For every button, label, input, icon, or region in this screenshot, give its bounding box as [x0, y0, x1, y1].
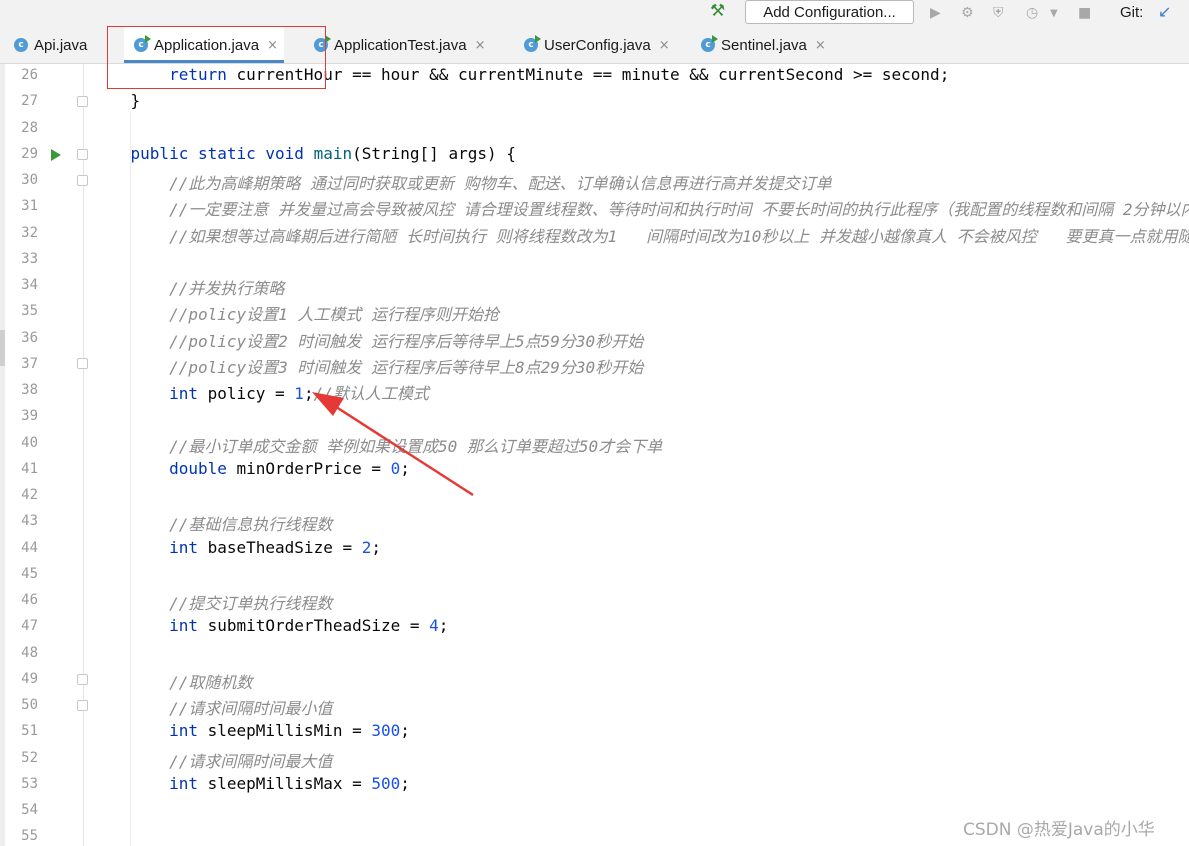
code-line[interactable]: //此为高峰期策略 通过同时获取或更新 购物车、配送、订单确认信息再进行高并发提… — [92, 170, 832, 193]
tab-application-java[interactable]: c Application.java × — [124, 27, 284, 63]
active-tab-indicator — [124, 60, 284, 63]
code-line[interactable]: //最小订单成交金额 举例如果设置成50 那么订单要超过50才会下单 — [92, 433, 662, 456]
run-icon[interactable]: ▶ — [930, 5, 941, 21]
tab-sentinel-java[interactable]: c Sentinel.java × — [701, 27, 826, 63]
tab-applicationtest-java[interactable]: c ApplicationTest.java × — [314, 27, 485, 63]
line-number: 31 — [21, 198, 38, 215]
java-runnable-class-icon: c — [134, 35, 151, 52]
code-line[interactable]: //并发执行策略 — [92, 275, 284, 298]
git-label: Git: — [1120, 4, 1144, 21]
code-line[interactable]: //一定要注意 并发量过高会导致被风控 请合理设置线程数、等待时间和执行时间 不… — [92, 196, 1189, 219]
line-number: 30 — [21, 172, 38, 188]
editor-tab-bar: c Api.java c Application.java × c Applic… — [0, 27, 1189, 64]
line-number: 46 — [21, 592, 38, 608]
close-icon[interactable]: × — [267, 38, 278, 53]
line-number: 43 — [21, 513, 38, 530]
fold-marker-icon[interactable] — [77, 674, 88, 685]
run-main-gutter-icon[interactable] — [51, 149, 61, 161]
java-runnable-class-icon: c — [701, 35, 718, 52]
line-number: 53 — [21, 775, 38, 792]
java-runnable-class-icon: c — [314, 35, 331, 52]
line-number: 34 — [21, 277, 38, 293]
close-icon[interactable]: × — [815, 38, 826, 53]
line-number: 42 — [21, 487, 38, 503]
line-number: 27 — [21, 93, 38, 110]
tab-label: Sentinel.java — [721, 36, 807, 54]
build-hammer-icon[interactable]: ⚒ — [710, 1, 725, 21]
fold-marker-icon[interactable] — [77, 358, 88, 369]
code-line[interactable]: //policy设置3 时间触发 运行程序后等待早上8点29分30秒开始 — [92, 354, 643, 377]
coverage-shield-icon[interactable]: ⛨ — [993, 5, 1004, 21]
fold-marker-icon[interactable] — [77, 700, 88, 711]
watermark: CSDN @热爱Java的小华 — [963, 820, 1155, 840]
line-number: 29 — [21, 145, 38, 162]
annotation-arrow — [312, 392, 474, 497]
line-number: 35 — [21, 303, 38, 320]
line-number: 26 — [21, 67, 38, 83]
stop-icon[interactable]: ■ — [1078, 5, 1091, 21]
tab-label: UserConfig.java — [544, 36, 651, 54]
line-number: 28 — [21, 119, 38, 136]
tab-label: Api.java — [34, 36, 88, 54]
line-number: 39 — [21, 408, 38, 425]
line-number: 32 — [21, 224, 38, 241]
close-icon[interactable]: × — [475, 38, 486, 53]
profile-icon[interactable]: ◷ — [1026, 5, 1038, 21]
fold-marker-icon[interactable] — [77, 96, 88, 107]
line-number: 50 — [21, 697, 38, 713]
code-line[interactable]: //取随机数 — [92, 669, 252, 692]
code-line[interactable]: public static void main(String[] args) { — [92, 144, 516, 166]
code-line[interactable]: int policy = 1;//默认人工模式 — [92, 380, 429, 403]
close-icon[interactable]: × — [659, 38, 670, 53]
code-line[interactable]: } — [92, 91, 141, 113]
line-number: 37 — [21, 355, 38, 372]
code-line[interactable]: //请求间隔时间最小值 — [92, 695, 332, 718]
code-line[interactable]: //请求间隔时间最大值 — [92, 748, 332, 771]
fold-marker-icon[interactable] — [77, 175, 88, 186]
chevron-down-icon[interactable]: ▼ — [1050, 5, 1058, 21]
code-line[interactable]: //基础信息执行线程数 — [92, 511, 332, 534]
code-line[interactable]: return currentHour == hour && currentMin… — [92, 65, 949, 87]
code-line[interactable]: //提交订单执行线程数 — [92, 590, 332, 613]
code-line[interactable]: //policy设置2 时间触发 运行程序后等待早上5点59分30秒开始 — [92, 328, 643, 351]
tab-api-java[interactable]: c Api.java — [14, 27, 87, 63]
fold-marker-icon[interactable] — [77, 149, 88, 160]
line-number: 51 — [21, 723, 38, 740]
code-line[interactable]: int submitOrderTheadSize = 4; — [92, 616, 448, 638]
code-line[interactable]: //如果想等过高峰期后进行简陋 长时间执行 则将线程数改为1 间隔时间改为10秒… — [92, 223, 1189, 246]
line-number: 55 — [21, 828, 38, 845]
java-runnable-class-icon: c — [524, 35, 541, 52]
line-number: 54 — [21, 802, 38, 818]
main-toolbar: ⚒ Add Configuration... ▶ ⚙ ⛨ ◷ ▼ ■ Git: … — [0, 0, 1189, 27]
line-number: 49 — [21, 670, 38, 687]
code-line[interactable]: //policy设置1 人工模式 运行程序则开始抢 — [92, 301, 499, 324]
tab-userconfig-java[interactable]: c UserConfig.java × — [524, 27, 670, 63]
code-line[interactable]: int baseTheadSize = 2; — [92, 538, 381, 560]
code-line[interactable]: int sleepMillisMin = 300; — [92, 721, 410, 743]
tab-label: ApplicationTest.java — [334, 36, 467, 54]
line-number: 41 — [21, 460, 38, 477]
line-number: 47 — [21, 618, 38, 635]
line-number: 36 — [21, 329, 38, 346]
git-update-arrow-icon[interactable]: ↙ — [1158, 2, 1171, 21]
tab-label: Application.java — [154, 36, 260, 54]
line-number: 48 — [21, 644, 38, 661]
line-number: 33 — [21, 250, 38, 267]
line-number: 38 — [21, 382, 38, 398]
line-number: 52 — [21, 749, 38, 766]
code-line[interactable]: int sleepMillisMax = 500; — [92, 774, 410, 796]
line-number: 44 — [21, 539, 38, 556]
debug-bug-icon[interactable]: ⚙ — [961, 5, 974, 21]
line-number: 40 — [21, 434, 38, 451]
java-class-icon: c — [14, 38, 28, 52]
line-number: 45 — [21, 565, 38, 582]
add-configuration-button[interactable]: Add Configuration... — [745, 0, 914, 24]
code-line[interactable]: double minOrderPrice = 0; — [92, 459, 410, 481]
